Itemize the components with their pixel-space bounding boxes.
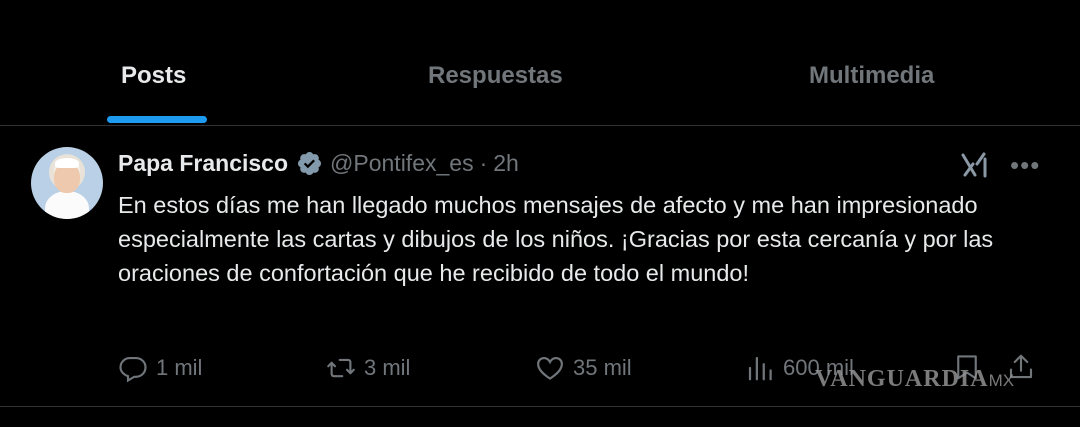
verified-badge-icon[interactable] — [296, 150, 323, 177]
grok-icon[interactable] — [960, 151, 990, 179]
repost-button[interactable]: 3 mil — [326, 352, 410, 384]
repost-icon — [327, 358, 355, 378]
more-icon[interactable]: ••• — [1010, 152, 1040, 178]
header-separator: · — [479, 149, 488, 176]
reply-button[interactable]: 1 mil — [118, 352, 202, 384]
like-count: 35 mil — [573, 355, 632, 380]
views-icon — [748, 356, 772, 381]
heart-icon — [537, 356, 563, 380]
watermark-brand: VANGUARDIA — [815, 366, 989, 392]
author-handle[interactable]: @Pontifex_es — [330, 150, 474, 177]
tab-multimedia[interactable]: Multimedia — [809, 62, 934, 90]
profile-tabs: Posts Respuestas Multimedia — [0, 0, 1080, 124]
like-button[interactable]: 35 mil — [535, 352, 632, 384]
reply-icon — [119, 356, 147, 383]
post-header: Papa Francisco @Pontifex_es · 2h — [118, 148, 519, 178]
active-tab-indicator — [107, 116, 207, 123]
author-name[interactable]: Papa Francisco — [118, 150, 288, 177]
avatar[interactable] — [31, 147, 103, 219]
watermark-suffix: MX — [988, 371, 1015, 390]
tab-respuestas[interactable]: Respuestas — [428, 62, 563, 90]
tab-posts[interactable]: Posts — [121, 62, 186, 90]
repost-count: 3 mil — [364, 355, 411, 380]
post-divider — [0, 406, 1080, 407]
watermark-logo: VANGUARDIAMX — [815, 366, 1014, 393]
post-text: En estos días me han llegado muchos mens… — [118, 192, 994, 286]
tabs-divider — [0, 125, 1080, 126]
post-timestamp[interactable]: 2h — [493, 150, 519, 177]
reply-count: 1 mil — [156, 355, 203, 380]
